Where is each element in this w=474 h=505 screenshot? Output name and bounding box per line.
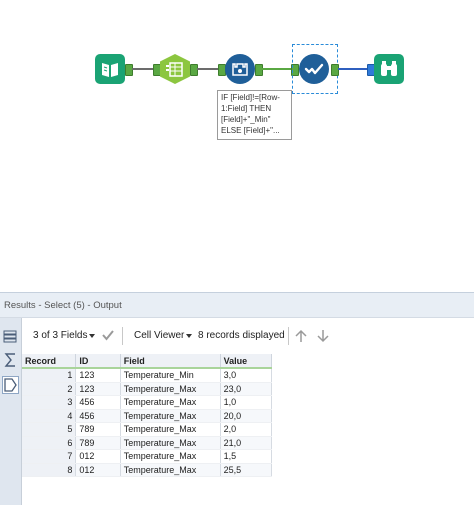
table-row[interactable]: 1 123 Temperature_Min 3,0 (22, 368, 273, 383)
value-cell[interactable]: 2,0 (220, 422, 273, 437)
id-cell[interactable]: 456 (75, 409, 121, 423)
connection-line (197, 68, 219, 70)
table-row[interactable]: 7 012 Temperature_Max 1,5 (22, 449, 273, 464)
workflow-canvas[interactable]: IF [Field]!=[Row- 1:Field] THEN [Field]+… (0, 0, 474, 292)
results-side-strip (0, 318, 22, 505)
input-data-tool[interactable] (95, 54, 125, 84)
metadata-view-button[interactable] (2, 351, 19, 369)
tag-icon (4, 378, 17, 392)
column-header[interactable]: ID (75, 354, 121, 369)
value-cell[interactable]: 3,0 (220, 368, 273, 383)
cell-viewer-selector[interactable]: Cell Viewer (134, 330, 184, 341)
id-cell[interactable]: 012 (75, 449, 121, 464)
field-cell[interactable]: Temperature_Max (120, 449, 221, 464)
toolbar-divider (122, 327, 123, 345)
chevron-down-icon[interactable] (186, 334, 192, 338)
record-cell: 1 (22, 368, 77, 383)
id-cell[interactable]: 123 (75, 382, 121, 396)
id-cell[interactable]: 789 (75, 422, 121, 437)
checkmark-icon (304, 63, 324, 75)
field-cell[interactable]: Temperature_Max (120, 436, 221, 450)
data-view-button[interactable] (2, 328, 19, 346)
field-cell[interactable]: Temperature_Min (120, 368, 221, 383)
annotation-line: ELSE [Field]+"... (221, 126, 280, 135)
table-row[interactable]: 3 456 Temperature_Max 1,0 (22, 395, 273, 410)
output-anchor[interactable] (255, 64, 263, 76)
annotation-line: IF [Field]!=[Row- (221, 93, 280, 102)
messages-view-button[interactable] (2, 376, 19, 394)
table-header-row: Record ID Field Value (22, 354, 273, 369)
value-cell[interactable]: 23,0 (220, 382, 273, 396)
table-row[interactable]: 6 789 Temperature_Max 21,0 (22, 436, 273, 450)
browse-tool[interactable] (374, 54, 404, 84)
table-row[interactable]: 4 456 Temperature_Max 20,0 (22, 409, 273, 423)
output-anchor[interactable] (125, 64, 133, 76)
sigma-icon (4, 353, 15, 367)
id-cell[interactable]: 789 (75, 436, 121, 450)
book-icon (102, 63, 118, 77)
results-table[interactable]: Record ID Field Value 1 123 Temperature_… (22, 354, 273, 477)
checkmark-icon[interactable] (101, 329, 115, 341)
toolbar-divider (288, 327, 289, 345)
tool-annotation[interactable]: IF [Field]!=[Row- 1:Field] THEN [Field]+… (217, 90, 292, 140)
fields-selector[interactable]: 3 of 3 Fields (33, 330, 87, 341)
text-to-columns-tool[interactable] (160, 54, 190, 84)
annotation-line: [Field]+"_Min" (221, 115, 271, 124)
id-cell[interactable]: 123 (75, 368, 121, 383)
value-cell[interactable]: 20,0 (220, 409, 273, 423)
id-cell[interactable]: 012 (75, 463, 121, 477)
value-cell[interactable]: 21,0 (220, 436, 273, 450)
record-cell: 2 (22, 382, 77, 396)
column-header[interactable]: Record (22, 354, 77, 369)
record-cell: 7 (22, 449, 77, 464)
record-cell: 8 (22, 463, 77, 477)
record-cell: 4 (22, 409, 77, 423)
results-toolbar: 3 of 3 Fields Cell Viewer 8 records disp… (22, 318, 474, 354)
field-cell[interactable]: Temperature_Max (120, 463, 221, 477)
chevron-down-icon[interactable] (89, 334, 95, 338)
value-cell[interactable]: 25,5 (220, 463, 273, 477)
results-header: Results - Select (5) - Output (0, 292, 474, 318)
value-cell[interactable]: 1,0 (220, 395, 273, 410)
annotation-line: 1:Field] THEN (221, 104, 272, 113)
results-title: Results - Select (5) - Output (4, 300, 122, 311)
connection-line (338, 68, 368, 70)
table-row[interactable]: 8 012 Temperature_Max 25,5 (22, 463, 273, 477)
connection-line (132, 68, 154, 70)
columns-icon (166, 62, 183, 77)
id-cell[interactable]: 456 (75, 395, 121, 410)
arrow-down-icon[interactable] (316, 329, 330, 343)
field-cell[interactable]: Temperature_Max (120, 409, 221, 423)
field-cell[interactable]: Temperature_Max (120, 422, 221, 437)
field-cell[interactable]: Temperature_Max (120, 395, 221, 410)
castle-icon (232, 63, 248, 76)
multi-row-formula-tool[interactable] (225, 54, 255, 84)
rows-icon (3, 330, 17, 343)
record-cell: 5 (22, 422, 77, 437)
record-cell: 6 (22, 436, 77, 450)
records-count: 8 records displayed (198, 330, 285, 341)
column-header[interactable]: Value (220, 354, 273, 369)
table-row[interactable]: 2 123 Temperature_Max 23,0 (22, 382, 273, 396)
input-anchor[interactable] (153, 64, 161, 76)
column-header[interactable]: Field (120, 354, 221, 369)
arrow-up-icon[interactable] (294, 329, 308, 343)
value-cell[interactable]: 1,5 (220, 449, 273, 464)
binoculars-icon (381, 61, 397, 76)
select-tool[interactable] (299, 54, 329, 84)
record-cell: 3 (22, 395, 77, 410)
field-cell[interactable]: Temperature_Max (120, 382, 221, 396)
output-anchor[interactable] (190, 64, 198, 76)
connection-line (262, 68, 292, 70)
table-row[interactable]: 5 789 Temperature_Max 2,0 (22, 422, 273, 437)
output-anchor[interactable] (331, 64, 339, 76)
